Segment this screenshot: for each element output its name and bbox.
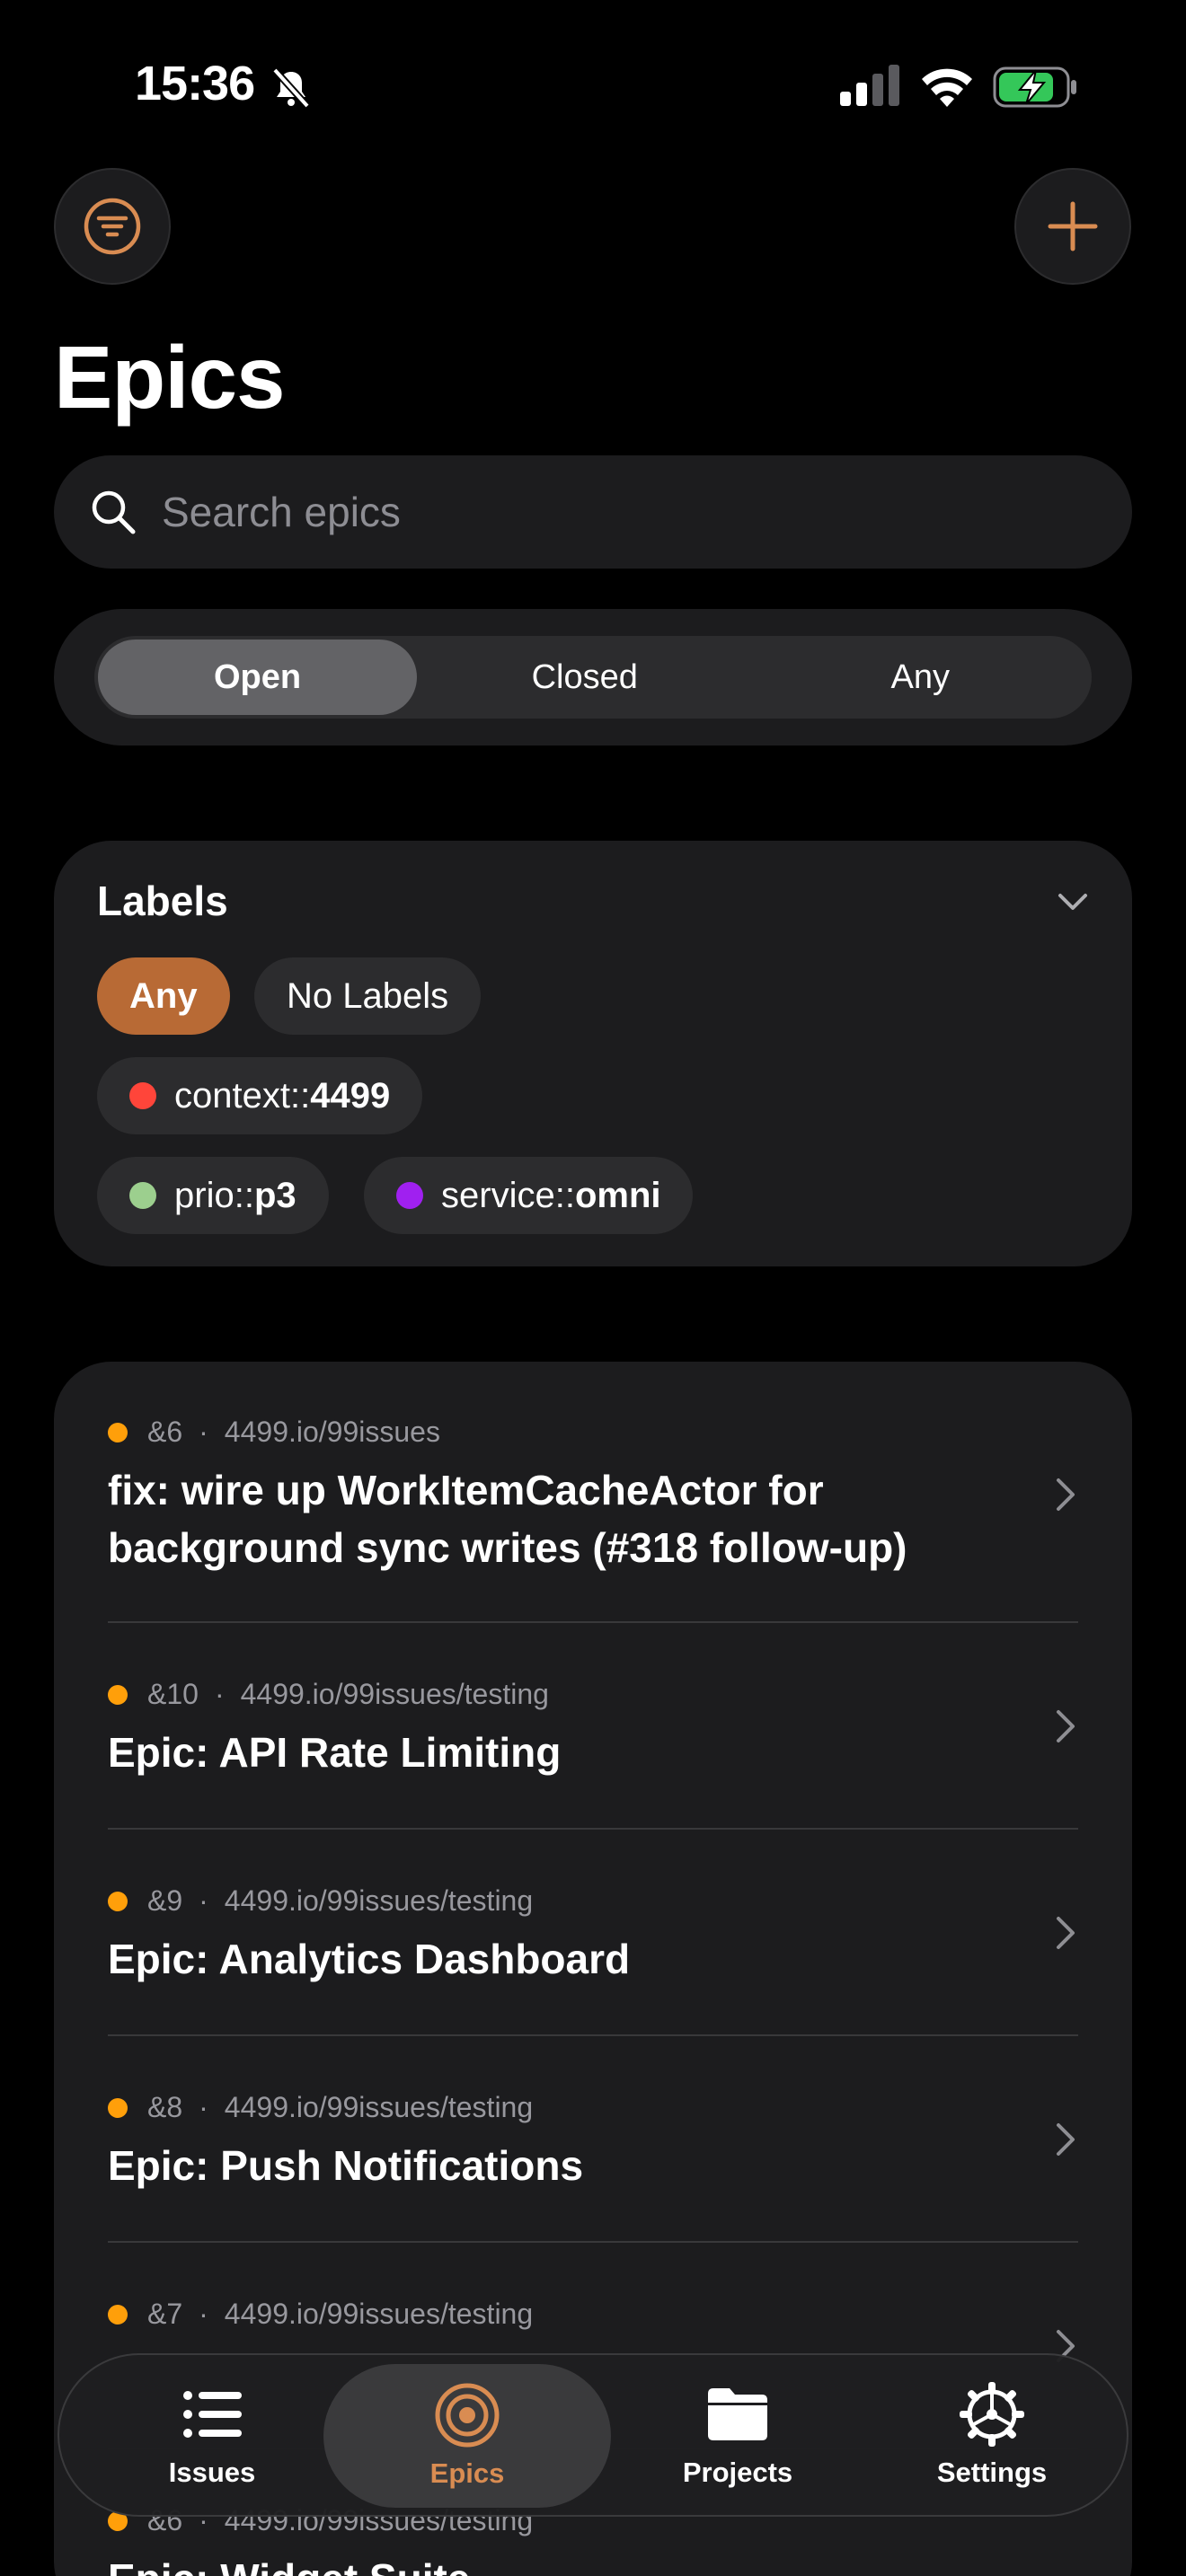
- tab-label: Projects: [682, 2457, 793, 2488]
- wifi-icon: [922, 68, 972, 107]
- folder-icon: [708, 2388, 767, 2440]
- epic-path: 4499.io/99issues/testing: [224, 2298, 534, 2330]
- meta-separator: ·: [214, 1678, 225, 1710]
- search-input[interactable]: [162, 488, 1060, 536]
- epic-path: 4499.io/99issues/testing: [240, 1678, 549, 1710]
- label-color-dot: [129, 1182, 156, 1209]
- chip-label: No Labels: [287, 975, 449, 1016]
- meta-separator: ·: [199, 2298, 208, 2330]
- epic-meta: &8 · 4499.io/99issues/testing: [108, 2091, 1078, 2124]
- status-time: 15:36: [135, 57, 255, 110]
- list-item[interactable]: &8 · 4499.io/99issues/testing Epic: Push…: [108, 2091, 1078, 2194]
- battery-charging-icon: [993, 66, 1076, 108]
- chip-scope: service::: [441, 1175, 575, 1215]
- label-chip-service[interactable]: service:: omni: [364, 1157, 694, 1234]
- label-color-dot: [129, 1082, 156, 1109]
- epic-title: Epic: Widget Suite: [108, 2550, 988, 2576]
- state-filter-container: Open Closed Any: [54, 609, 1132, 745]
- epic-title: Epic: API Rate Limiting: [108, 1729, 562, 1776]
- epic-path: 4499.io/99issues/testing: [224, 1884, 534, 1917]
- status-dot: [108, 1891, 128, 1911]
- epic-meta: &6 · 4499.io/99issues: [108, 1416, 1078, 1449]
- epic-path: 4499.io/99issues: [224, 1416, 440, 1448]
- bell-slash-icon: [272, 67, 310, 109]
- epic-title: Epic: Analytics Dashboard: [108, 1936, 631, 1982]
- target-icon: [435, 2383, 500, 2448]
- epic-meta: &7 · 4499.io/99issues/testing: [108, 2298, 1078, 2331]
- filter-button[interactable]: [54, 168, 171, 285]
- tab-settings[interactable]: Settings: [893, 2355, 1091, 2515]
- chip-scope: context::: [174, 1075, 311, 1116]
- status-dot: [108, 2097, 128, 2118]
- epic-path: 4499.io/99issues/testing: [224, 2091, 534, 2123]
- meta-separator: ·: [199, 2091, 208, 2123]
- state-segmented-control: Open Closed Any: [94, 636, 1092, 719]
- chip-value: 4499: [310, 1075, 391, 1116]
- labels-title: Labels: [97, 878, 228, 924]
- status-dot: [108, 1684, 128, 1705]
- list-item[interactable]: &6 · 4499.io/99issues fix: wire up WorkI…: [108, 1416, 1078, 1576]
- meta-separator: ·: [199, 1416, 208, 1448]
- page-title: Epics: [54, 328, 285, 427]
- add-epic-button[interactable]: [1014, 168, 1131, 285]
- status-dot: [108, 1422, 128, 1442]
- chip-scope: prio::: [174, 1175, 254, 1215]
- epic-ref: &6: [147, 1416, 183, 1448]
- chevron-right-icon: [1057, 1917, 1075, 1949]
- chip-value: omni: [574, 1175, 661, 1215]
- gear-icon: [960, 2382, 1024, 2447]
- labels-card: Labels Any No Labels context:: 4499 prio:…: [54, 841, 1132, 1266]
- status-bar: 15:36: [0, 0, 1186, 171]
- epic-meta: &9 · 4499.io/99issues/testing: [108, 1884, 1078, 1918]
- chevron-right-icon: [1057, 1478, 1075, 1511]
- label-chip-context[interactable]: context:: 4499: [97, 1057, 423, 1134]
- epic-title: Epic: Push Notifications: [108, 2142, 584, 2189]
- label-chip-no-labels[interactable]: No Labels: [254, 957, 482, 1035]
- divider: [108, 1828, 1078, 1830]
- chip-value: p3: [253, 1175, 296, 1215]
- label-color-dot: [396, 1182, 423, 1209]
- divider: [108, 2034, 1078, 2036]
- tab-label: Settings: [936, 2457, 1048, 2488]
- chevron-right-icon: [1057, 1710, 1075, 1742]
- epic-ref: &10: [147, 1678, 199, 1710]
- tab-label: Epics: [429, 2457, 505, 2489]
- segment-open[interactable]: Open: [98, 640, 417, 715]
- epic-ref: &9: [147, 1884, 183, 1917]
- tab-issues[interactable]: Issues: [113, 2355, 311, 2515]
- chevron-down-icon[interactable]: [1055, 884, 1091, 920]
- label-chip-any[interactable]: Any: [97, 957, 230, 1035]
- tab-label: Issues: [168, 2457, 256, 2488]
- meta-separator: ·: [199, 1884, 208, 1917]
- cellular-signal-icon: [840, 65, 899, 106]
- tab-projects[interactable]: Projects: [639, 2355, 836, 2515]
- label-chip-prio[interactable]: prio:: p3: [97, 1157, 329, 1234]
- segment-closed[interactable]: Closed: [417, 640, 753, 715]
- list-item[interactable]: &7 · 4499.io/99issues/testing: [108, 2298, 1078, 2362]
- status-dot: [108, 2304, 128, 2325]
- segment-any[interactable]: Any: [753, 640, 1089, 715]
- tab-bar: Issues Epics Projects Settings: [58, 2353, 1128, 2517]
- search-icon: [92, 490, 136, 534]
- epic-ref: &8: [147, 2091, 183, 2123]
- epic-meta: &10 · 4499.io/99issues/testing: [108, 1678, 1078, 1711]
- epic-ref: &7: [147, 2298, 183, 2330]
- filter-icon: [84, 198, 141, 255]
- chevron-right-icon: [1057, 2123, 1075, 2156]
- divider: [108, 1621, 1078, 1623]
- list-icon: [183, 2391, 242, 2438]
- divider: [108, 2241, 1078, 2243]
- epic-title: fix: wire up WorkItemCacheActor for back…: [108, 1467, 907, 1571]
- search-bar[interactable]: [54, 455, 1132, 569]
- plus-icon: [1048, 201, 1098, 251]
- list-item[interactable]: &10 · 4499.io/99issues/testing Epic: API…: [108, 1678, 1078, 1781]
- tab-epics[interactable]: Epics: [323, 2364, 611, 2508]
- list-item[interactable]: &9 · 4499.io/99issues/testing Epic: Anal…: [108, 1884, 1078, 1988]
- chip-label: Any: [129, 975, 198, 1016]
